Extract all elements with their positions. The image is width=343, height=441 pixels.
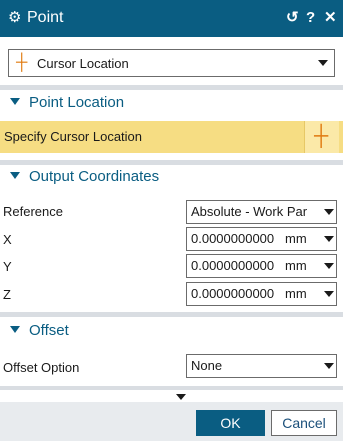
point-type-dropdown[interactable]: ┼ Cursor Location	[8, 49, 335, 77]
z-label: Z	[3, 287, 11, 302]
z-coordinate-field[interactable]: 0.0000000000 mm	[186, 282, 337, 306]
reset-icon[interactable]: ↺	[286, 8, 299, 28]
expand-more-icon[interactable]	[176, 394, 186, 400]
section-title: Output Coordinates	[29, 168, 160, 185]
section-header-offset[interactable]: Offset	[10, 321, 69, 341]
x-unit-select[interactable]: mm	[285, 231, 307, 247]
offset-option-dropdown[interactable]: None	[186, 354, 337, 378]
cursor-location-icon: ┼	[16, 54, 28, 71]
ok-button[interactable]: OK	[196, 410, 265, 436]
cancel-button[interactable]: Cancel	[271, 410, 337, 436]
z-unit-select[interactable]: mm	[285, 286, 307, 302]
section-title: Point Location	[29, 94, 125, 111]
y-coordinate-field[interactable]: 0.0000000000 mm	[186, 254, 337, 278]
dialog-title: Point	[27, 9, 64, 26]
help-icon[interactable]: ?	[306, 8, 315, 28]
section-divider	[0, 312, 343, 317]
x-value: 0.0000000000	[191, 231, 275, 246]
collapse-triangle-icon	[10, 326, 20, 333]
point-picker-button[interactable]: ┼	[304, 121, 339, 153]
offset-option-value: None	[191, 358, 223, 373]
section-divider	[0, 160, 343, 165]
specify-cursor-location-row[interactable]: Specify Cursor Location ┼	[0, 121, 343, 153]
y-unit-select[interactable]: mm	[285, 258, 307, 274]
gear-icon: ⚙	[8, 9, 22, 26]
section-divider	[0, 386, 343, 390]
chevron-down-icon	[324, 263, 334, 269]
chevron-down-icon	[324, 363, 334, 369]
dialog-footer: OK Cancel	[0, 402, 343, 441]
y-label: Y	[3, 259, 12, 274]
chevron-down-icon	[324, 291, 334, 297]
specify-cursor-location-label: Specify Cursor Location	[4, 129, 143, 144]
dialog-body: ┼ Cursor Location Point Location Specify…	[0, 37, 343, 441]
y-value: 0.0000000000	[191, 258, 275, 273]
reference-label: Reference	[3, 204, 63, 219]
section-divider	[0, 85, 343, 90]
collapse-triangle-icon	[10, 98, 20, 105]
x-coordinate-field[interactable]: 0.0000000000 mm	[186, 227, 337, 251]
section-header-output-coordinates[interactable]: Output Coordinates	[10, 167, 159, 187]
dialog-titlebar: ⚙ Point ↺ ? ✕	[0, 0, 343, 37]
point-type-value: Cursor Location	[37, 56, 129, 71]
section-header-point-location[interactable]: Point Location	[10, 93, 124, 113]
section-title: Offset	[29, 322, 69, 339]
collapse-triangle-icon	[10, 172, 20, 179]
x-label: X	[3, 232, 12, 247]
chevron-down-icon	[324, 236, 334, 242]
reference-dropdown[interactable]: Absolute - Work Par	[186, 200, 337, 224]
crosshair-icon: ┼	[314, 125, 329, 147]
reference-value: Absolute - Work Par	[191, 204, 308, 219]
chevron-down-icon	[318, 60, 328, 66]
close-icon[interactable]: ✕	[324, 8, 337, 28]
offset-option-label: Offset Option	[3, 360, 80, 375]
z-value: 0.0000000000	[191, 286, 275, 301]
chevron-down-icon	[324, 209, 334, 215]
